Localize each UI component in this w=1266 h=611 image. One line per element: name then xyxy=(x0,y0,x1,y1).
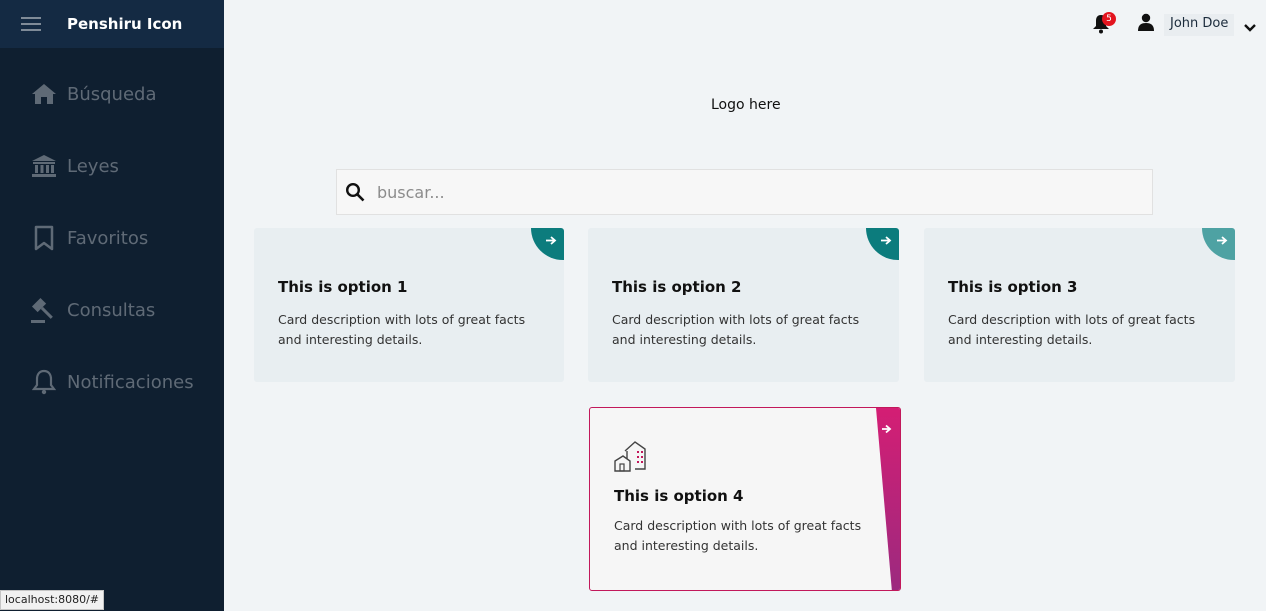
status-bar-url: localhost:8080/# xyxy=(0,590,104,610)
arrow-right-icon[interactable] xyxy=(866,228,899,260)
option-card-3[interactable]: This is option 3 Card description with l… xyxy=(924,228,1235,382)
institution-icon xyxy=(30,152,58,180)
option-card-2[interactable]: This is option 2 Card description with l… xyxy=(588,228,899,382)
bookmark-icon xyxy=(30,224,58,252)
bell-icon xyxy=(30,368,58,396)
card-title: This is option 2 xyxy=(612,278,742,296)
gavel-icon xyxy=(30,296,58,324)
user-icon xyxy=(1138,13,1154,31)
brand-bar: Penshiru Icon xyxy=(0,0,224,48)
card-description: Card description with lots of great fact… xyxy=(612,312,860,347)
sidebar-item-consultas[interactable]: Consultas xyxy=(0,286,224,334)
sidebar-item-label: Notificaciones xyxy=(67,371,194,393)
option-card-1[interactable]: This is option 1 Card description with l… xyxy=(254,228,564,382)
search-icon xyxy=(345,182,365,202)
search-bar xyxy=(336,169,1153,215)
home-icon xyxy=(30,80,58,108)
brand-name: Penshiru Icon xyxy=(67,15,183,33)
chevron-down-icon[interactable] xyxy=(1244,18,1256,32)
option-card-4[interactable]: This is option 4 Card description with l… xyxy=(589,407,901,591)
card-description: Card description with lots of great fact… xyxy=(614,518,862,553)
sidebar-nav: Búsqueda Leyes Favoritos Consultas Notif… xyxy=(0,70,224,430)
sidebar-item-notificaciones[interactable]: Notificaciones xyxy=(0,358,224,406)
sidebar-item-label: Leyes xyxy=(67,155,119,177)
sidebar-item-leyes[interactable]: Leyes xyxy=(0,142,224,190)
sidebar: Penshiru Icon Búsqueda Leyes Favoritos C… xyxy=(0,0,224,611)
sidebar-item-label: Consultas xyxy=(67,299,156,321)
arrow-right-icon[interactable] xyxy=(531,228,564,260)
sidebar-item-busqueda[interactable]: Búsqueda xyxy=(0,70,224,118)
buildings-icon xyxy=(613,439,647,473)
notifications-badge: 5 xyxy=(1102,12,1116,26)
sidebar-item-label: Búsqueda xyxy=(67,83,157,105)
card-title: This is option 4 xyxy=(614,487,744,505)
card-accent-stripe xyxy=(876,408,900,590)
arrow-right-icon[interactable] xyxy=(1202,228,1235,260)
sidebar-item-label: Favoritos xyxy=(67,227,149,249)
card-title: This is option 1 xyxy=(278,278,408,296)
menu-toggle-icon[interactable] xyxy=(21,17,41,31)
logo-placeholder: Logo here xyxy=(711,97,781,113)
sidebar-item-favoritos[interactable]: Favoritos xyxy=(0,214,224,262)
search-input[interactable] xyxy=(377,182,1137,202)
card-title: This is option 3 xyxy=(948,278,1078,296)
card-description: Card description with lots of great fact… xyxy=(948,312,1196,347)
card-description: Card description with lots of great fact… xyxy=(278,312,526,347)
top-bar: 5 John Doe xyxy=(224,0,1266,48)
user-menu[interactable]: John Doe xyxy=(1164,14,1235,36)
